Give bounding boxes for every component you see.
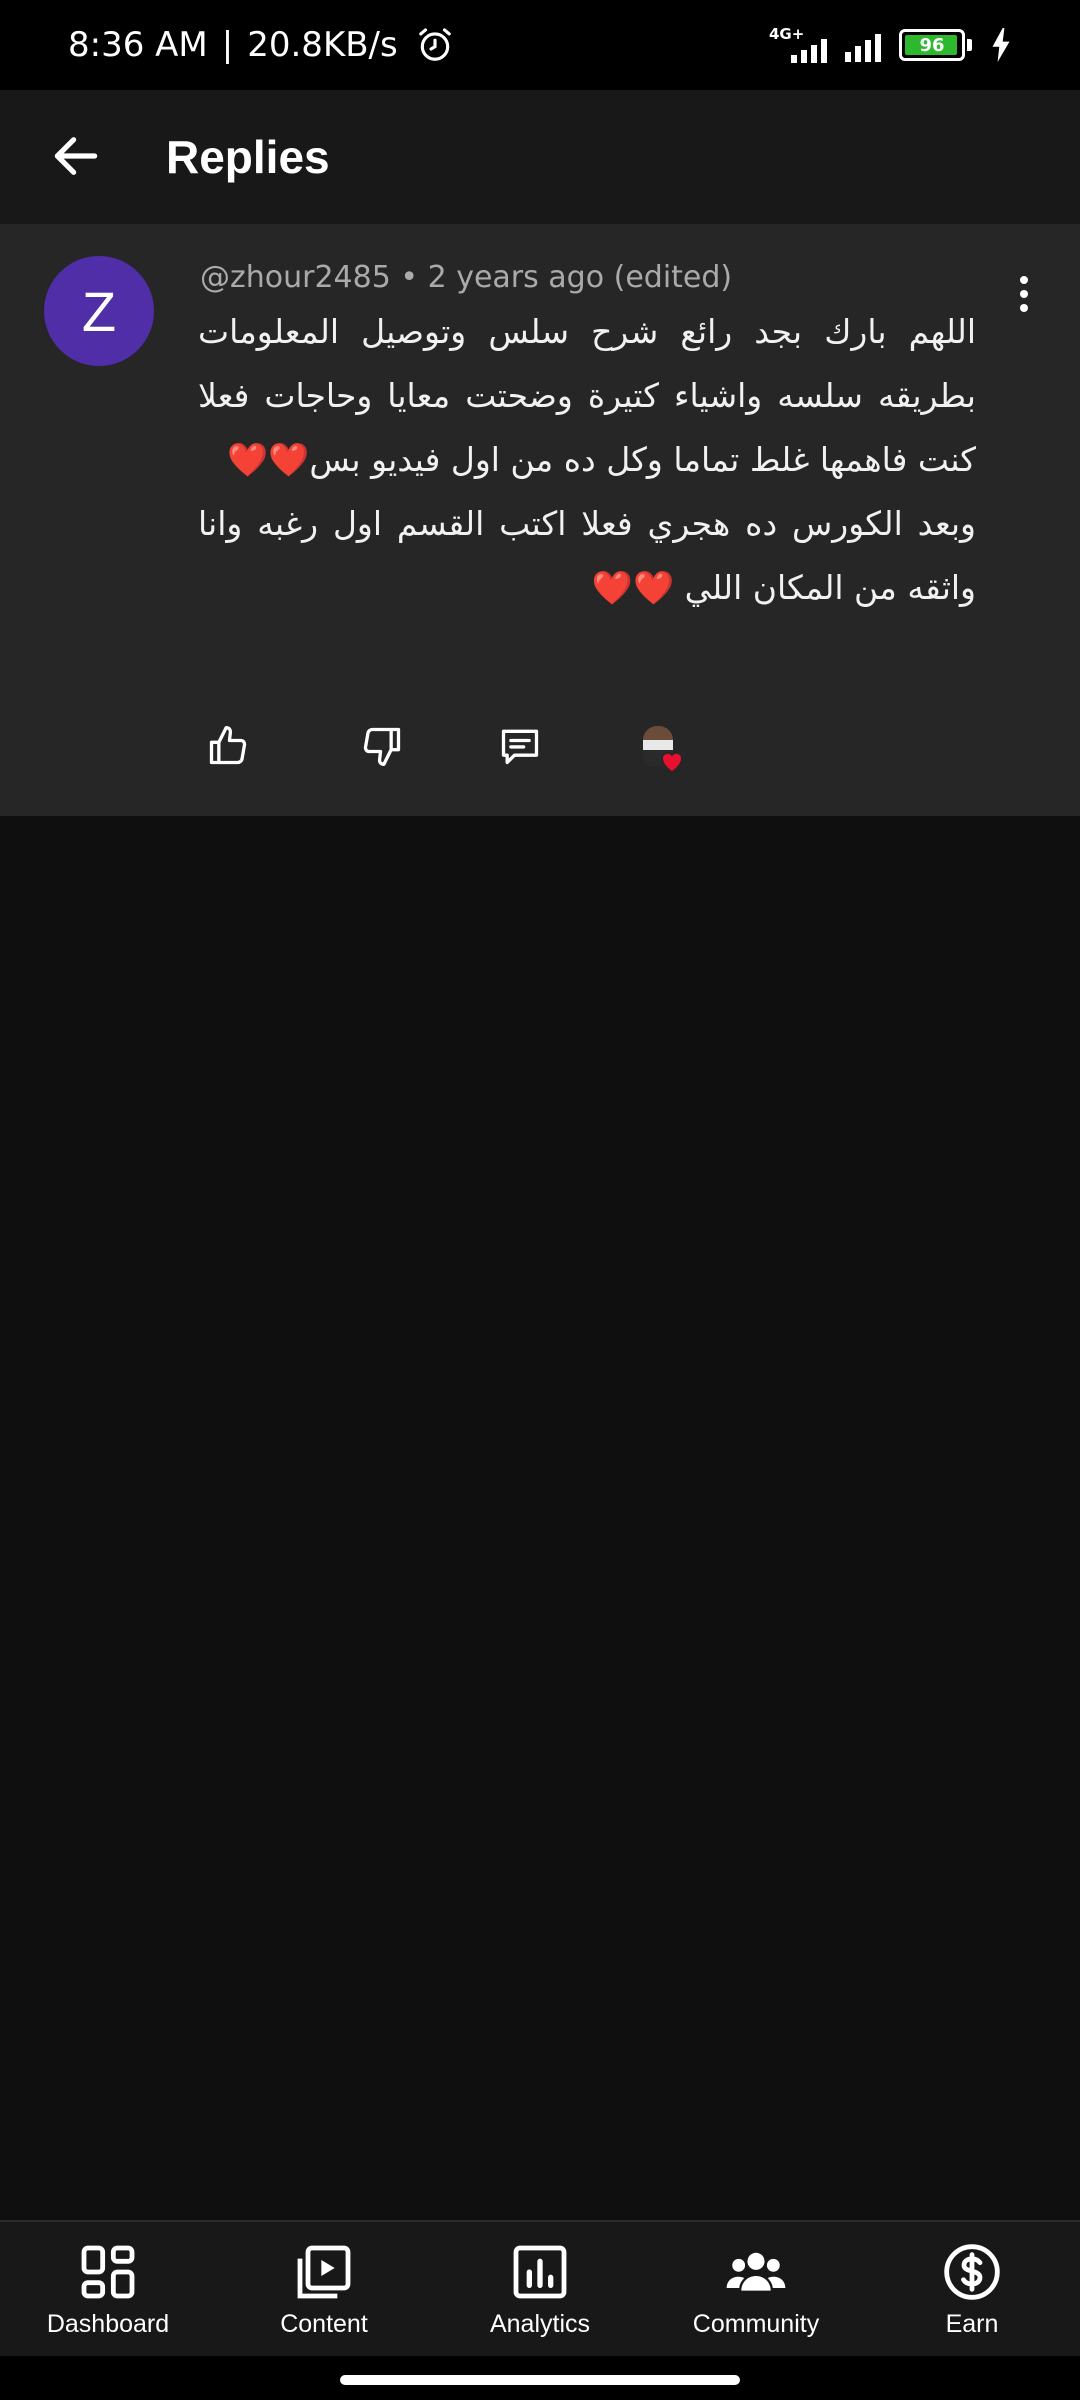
status-separator: | — [221, 25, 234, 65]
more-options-button[interactable] — [994, 264, 1054, 324]
signal-bars-2 — [845, 28, 881, 62]
gesture-area — [0, 2356, 1080, 2400]
status-left: 8:36 AM | 20.8KB/s — [68, 0, 454, 90]
nav-earn[interactable]: Earn — [864, 2222, 1080, 2356]
clock-time: 8:36 AM — [68, 25, 208, 65]
app-bar: Replies — [0, 90, 1080, 224]
comment-text: اللهم بارك بجد رائع شرح سلس وتوصيل المعل… — [198, 312, 976, 607]
nav-dashboard[interactable]: Dashboard — [0, 2222, 216, 2356]
nav-label-analytics: Analytics — [489, 2310, 591, 2338]
creator-heart-button[interactable] — [626, 714, 690, 778]
thumbs-down-icon — [363, 727, 401, 766]
reply-button[interactable] — [488, 714, 552, 778]
more-dot-icon — [1020, 276, 1028, 284]
thumbs-up-icon — [209, 726, 247, 765]
battery-cap — [967, 39, 972, 51]
nav-label-earn: Earn — [945, 2310, 999, 2338]
nav-community[interactable]: Community — [648, 2222, 864, 2356]
nav-content[interactable]: Content — [216, 2222, 432, 2356]
back-button[interactable] — [38, 118, 114, 194]
signal-bars-1 — [791, 37, 827, 63]
community-people-icon — [726, 2252, 786, 2291]
reply-icon — [501, 729, 539, 765]
dislike-button[interactable] — [350, 714, 414, 778]
more-dot-icon — [1020, 304, 1028, 312]
dashboard-grid-icon — [81, 2245, 135, 2299]
alarm-clock-icon — [418, 28, 451, 61]
battery-indicator: 96 — [899, 29, 965, 61]
nav-label-community: Community — [692, 2310, 820, 2338]
bottom-nav: Dashboard Content Analytics Community Ea… — [0, 2220, 1080, 2356]
lightning-bolt-icon — [992, 28, 1010, 62]
nav-analytics[interactable]: Analytics — [432, 2222, 648, 2356]
battery-percent: 96 — [919, 34, 945, 56]
nav-label-content: Content — [280, 2310, 368, 2338]
home-indicator[interactable] — [340, 2375, 740, 2385]
content-play-icon — [297, 2245, 351, 2299]
status-right: 4G+ 96 — [769, 0, 1012, 90]
earn-dollar-icon — [944, 2244, 1000, 2300]
network-speed: 20.8KB/s — [247, 25, 398, 65]
comment-card: Z @zhour2485 • 2 years ago (edited) الله… — [0, 224, 1080, 816]
status-bar: 8:36 AM | 20.8KB/s 4G+ 96 — [0, 0, 1080, 90]
more-dot-icon — [1020, 290, 1028, 298]
comment-meta: @zhour2485 • 2 years ago (edited) — [200, 260, 733, 295]
creator-avatar — [643, 726, 683, 774]
analytics-bar-icon — [513, 2245, 567, 2299]
like-button[interactable] — [196, 714, 260, 778]
arrow-left-icon — [54, 137, 98, 175]
network-4g-indicator: 4G+ — [769, 25, 827, 65]
nav-label-dashboard: Dashboard — [46, 2310, 170, 2338]
creator-heart-icon — [661, 752, 683, 774]
page-title: Replies — [166, 131, 330, 183]
avatar[interactable]: Z — [44, 256, 154, 366]
comment-actions — [196, 714, 716, 784]
